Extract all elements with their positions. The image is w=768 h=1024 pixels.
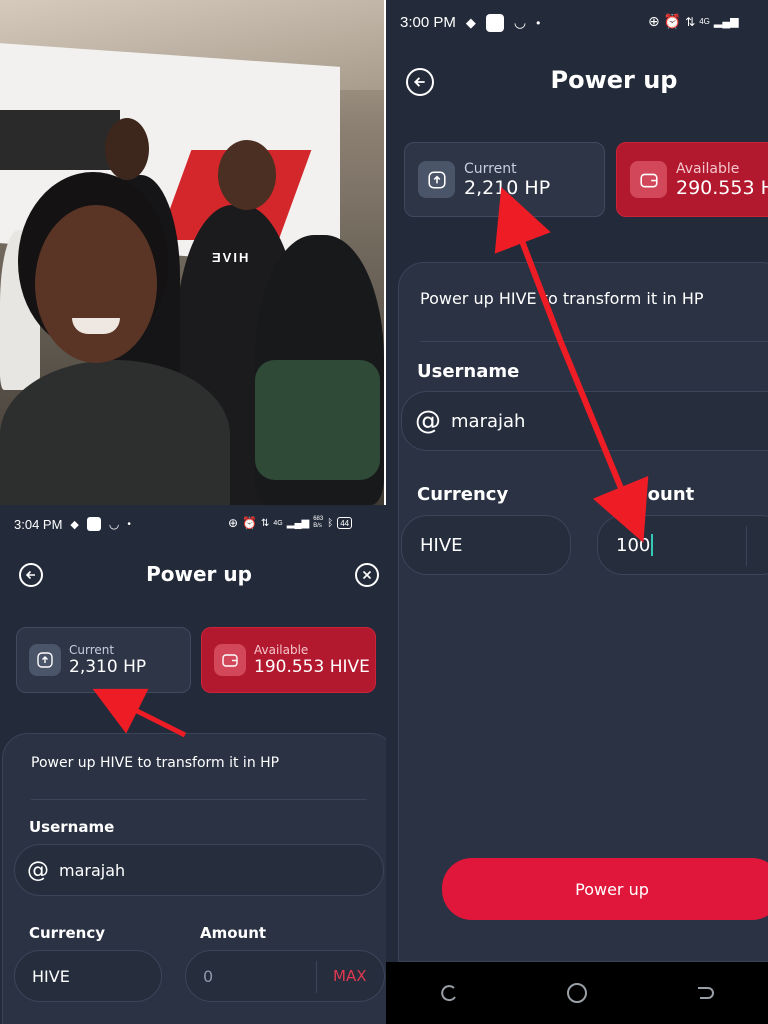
wallet-icon [630, 161, 667, 198]
username-value: marajah [451, 410, 526, 432]
at-sign-icon: @ [27, 857, 49, 883]
currency-select[interactable]: HIVE [401, 515, 571, 575]
add-circle-icon: ⊕ [228, 516, 239, 530]
currency-label: Currency [417, 484, 509, 505]
amount-placeholder: 0 [203, 966, 214, 986]
dot-icon: • [536, 15, 541, 30]
handbag [255, 360, 380, 480]
dot-icon: • [127, 518, 131, 530]
recent-apps-icon[interactable] [438, 982, 460, 1004]
alarm-icon: ⏰ [242, 516, 258, 530]
net-speed-label: 683 B/s [313, 516, 324, 529]
left-phone-screen: 3:04 PM ◆ ◡ • ⊕ ⏰ ⇅ 4G ▂▄▆ 683 B/s ᛒ 44 … [0, 505, 398, 1024]
currency-select[interactable]: HIVE [14, 950, 162, 1002]
shirt-print: ƎVIH [212, 250, 251, 265]
page-title: Power up [146, 562, 252, 586]
status-time-right: 3:00 PM [400, 14, 456, 31]
selfie-face [35, 205, 157, 363]
form-description: Power up HIVE to transform it in HP [420, 289, 704, 308]
power-up-form-panel: Power up HIVE to transform it in HP User… [398, 262, 768, 962]
app-square-icon [485, 13, 504, 32]
amount-separator [746, 526, 747, 566]
form-description: Power up HIVE to transform it in HP [31, 755, 280, 771]
available-value: 190.553 HIVE [254, 657, 370, 677]
currency-value: HIVE [420, 534, 463, 556]
network-type-label: 4G [273, 519, 283, 527]
form-divider [31, 799, 367, 800]
amount-input[interactable]: 100 [597, 515, 768, 575]
power-up-button[interactable]: Power up [442, 858, 768, 920]
arrow-left-icon [414, 77, 425, 87]
current-hp-card: Current 2,310 HP [16, 627, 191, 693]
current-value: 2,310 HP [69, 657, 147, 677]
android-nav-bar [386, 962, 768, 1024]
page-title: Power up [550, 66, 678, 94]
add-circle-icon: ⊕ [648, 13, 660, 29]
discord-icon: ◆ [70, 518, 79, 531]
wallet-icon [214, 644, 246, 676]
max-button[interactable]: MAX [333, 967, 366, 985]
photo-banner-dark-shape [0, 110, 120, 170]
right-phone-screen: 3:00 PM ◆ ◡ • ⊕ ⏰ ⇅ 4G ▂▄▆ Power up Curr… [386, 0, 768, 1024]
available-value: 290.553 H [676, 176, 768, 199]
battery-icon: 44 [337, 517, 353, 529]
at-sign-icon: @ [415, 406, 441, 436]
username-field[interactable]: @ marajah [14, 844, 384, 896]
event-photo: ƎVIH [0, 0, 384, 505]
available-hive-card: Available 190.553 HIVE [201, 627, 376, 693]
available-hive-card: Available 290.553 H [616, 142, 768, 217]
current-label: Current [464, 160, 517, 177]
amount-separator [316, 961, 317, 993]
smile-icon: ◡ [513, 14, 527, 30]
smile-icon: ◡ [108, 517, 120, 531]
status-time: 3:04 PM [14, 516, 63, 532]
person-head-2 [105, 118, 149, 180]
current-value: 2,210 HP [464, 176, 551, 199]
selfie-body [0, 360, 230, 505]
close-icon [362, 570, 372, 580]
username-label: Username [29, 818, 115, 836]
upload-box-icon [29, 644, 61, 676]
upload-box-icon [418, 161, 455, 198]
amount-label: Amount [615, 484, 695, 505]
form-divider [420, 341, 768, 342]
currency-value: HIVE [32, 966, 70, 986]
amount-label: Amount [200, 924, 267, 942]
network-type-label: 4G [699, 17, 710, 26]
discord-icon: ◆ [465, 14, 476, 30]
alarm-icon: ⏰ [663, 13, 682, 29]
data-transfer-icon: ⇅ [685, 14, 696, 29]
signal-icon: ▂▄▆ [713, 16, 739, 28]
signal-icon: ▂▄▆ [286, 517, 310, 529]
bluetooth-icon: ᛒ [327, 517, 334, 529]
home-icon[interactable] [565, 981, 589, 1005]
text-caret [651, 534, 654, 556]
current-hp-card: Current 2,210 HP [404, 142, 605, 217]
app-square-icon [86, 517, 101, 531]
currency-label: Currency [29, 924, 106, 942]
username-field[interactable]: @ marajah [401, 391, 768, 451]
available-label: Available [676, 160, 740, 177]
status-bar: 3:04 PM ◆ ◡ • ⊕ ⏰ ⇅ 4G ▂▄▆ 683 B/s ᛒ 44 [0, 505, 398, 543]
available-label: Available [254, 643, 309, 657]
battery-level: 44 [340, 518, 350, 528]
amount-value: 100 [616, 534, 651, 556]
current-label: Current [69, 643, 115, 657]
back-button[interactable] [406, 68, 434, 96]
data-transfer-icon: ⇅ [261, 517, 270, 529]
back-nav-icon[interactable] [694, 982, 716, 1004]
person-head-1 [218, 140, 276, 210]
username-label: Username [417, 361, 520, 382]
amount-input[interactable]: 0 MAX [185, 950, 385, 1002]
status-bar-right: 3:00 PM ◆ ◡ • ⊕ ⏰ ⇅ 4G ▂▄▆ [386, 0, 768, 45]
username-value: marajah [59, 860, 126, 880]
power-up-form-panel: Power up HIVE to transform it in HP User… [2, 733, 396, 1024]
close-button[interactable] [355, 563, 379, 587]
